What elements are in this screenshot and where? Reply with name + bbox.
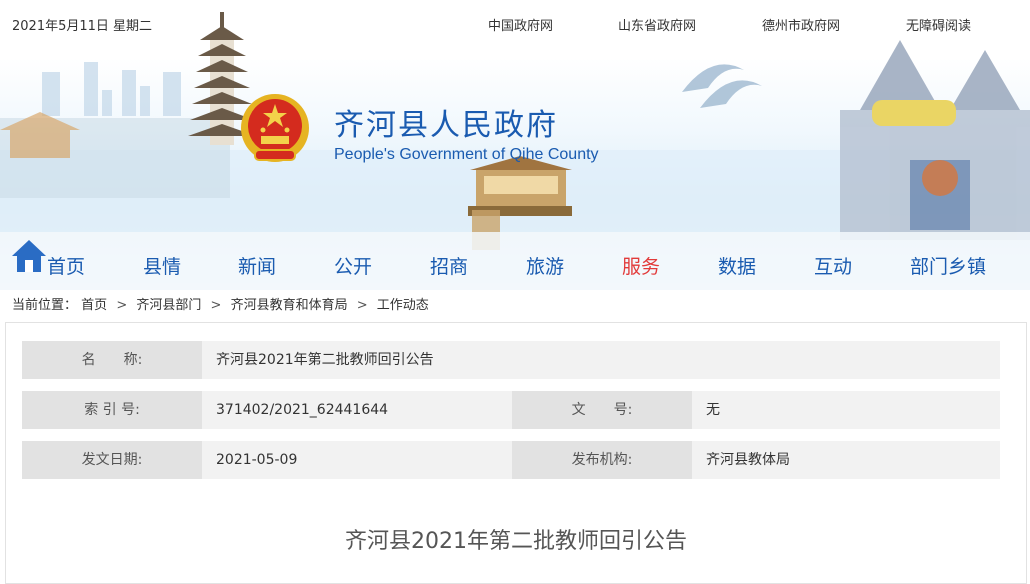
link-accessible-reading[interactable]: 无障碍阅读 <box>906 15 971 34</box>
national-emblem-icon <box>241 94 309 162</box>
breadcrumb-separator: > <box>210 298 222 313</box>
breadcrumb-home[interactable]: 首页 <box>81 298 107 313</box>
nav-item-investment[interactable]: 招商 <box>430 252 468 279</box>
meta-value-date: 2021-05-09 <box>202 441 512 479</box>
nav-item-departments-towns[interactable]: 部门乡镇 <box>910 252 986 279</box>
meta-label-org: 发布机构: <box>512 441 692 479</box>
meta-value-index: 371402/2021_62441644 <box>202 391 512 429</box>
nav-item-county-info[interactable]: 县情 <box>143 252 181 279</box>
breadcrumb-county-departments[interactable]: 齐河县部门 <box>136 298 201 313</box>
breadcrumb-separator: > <box>356 298 368 313</box>
header-banner: 2021年5月11日 星期二 中国政府网 山东省政府网 德州市政府网 无障碍阅读… <box>0 0 1030 290</box>
nav-item-service[interactable]: 服务 <box>622 252 660 279</box>
meta-value-doc-no: 无 <box>692 391 1000 429</box>
link-dezhou-gov[interactable]: 德州市政府网 <box>762 15 840 34</box>
nav-item-interaction[interactable]: 互动 <box>814 252 852 279</box>
main-nav: 首页 县情 新闻 公开 招商 旅游 服务 数据 互动 部门乡镇 <box>0 238 1030 288</box>
home-icon[interactable] <box>10 238 48 274</box>
meta-row-date: 发文日期: 2021-05-09 发布机构: 齐河县教体局 <box>22 441 1000 479</box>
breadcrumb-education-bureau[interactable]: 齐河县教育和体育局 <box>231 298 348 313</box>
nav-item-data[interactable]: 数据 <box>718 252 756 279</box>
nav-item-tourism[interactable]: 旅游 <box>526 252 564 279</box>
top-bar: 2021年5月11日 星期二 中国政府网 山东省政府网 德州市政府网 无障碍阅读 <box>0 0 1030 46</box>
breadcrumb: 当前位置： 首页 > 齐河县部门 > 齐河县教育和体育局 > 工作动态 <box>12 294 429 313</box>
meta-row-index: 索 引 号: 371402/2021_62441644 文 号: 无 <box>22 391 1000 429</box>
article-title: 齐河县2021年第二批教师回引公告 <box>345 529 687 554</box>
site-title-chinese: 齐河县人民政府 <box>334 108 558 143</box>
nav-item-news[interactable]: 新闻 <box>238 252 276 279</box>
meta-label-date: 发文日期: <box>22 441 202 479</box>
meta-value-org: 齐河县教体局 <box>692 441 1000 479</box>
current-date: 2021年5月11日 星期二 <box>12 19 153 34</box>
breadcrumb-work-news[interactable]: 工作动态 <box>377 298 429 313</box>
nav-item-public[interactable]: 公开 <box>334 252 372 279</box>
meta-row-name: 名 称: 齐河县2021年第二批教师回引公告 <box>22 341 1000 379</box>
site-title-english: People's Government of Qihe County <box>334 146 599 163</box>
breadcrumb-prefix: 当前位置： <box>12 298 78 313</box>
breadcrumb-separator: > <box>116 298 128 313</box>
link-shandong-gov[interactable]: 山东省政府网 <box>618 15 696 34</box>
article-panel: 名 称: 齐河县2021年第二批教师回引公告 索 引 号: 371402/202… <box>5 322 1027 584</box>
meta-label-doc-no: 文 号: <box>512 391 692 429</box>
nav-item-home[interactable]: 首页 <box>47 252 85 279</box>
meta-label-index: 索 引 号: <box>22 391 202 429</box>
meta-label-name: 名 称: <box>22 341 202 379</box>
link-china-gov[interactable]: 中国政府网 <box>488 15 553 34</box>
meta-value-name: 齐河县2021年第二批教师回引公告 <box>202 341 1000 379</box>
